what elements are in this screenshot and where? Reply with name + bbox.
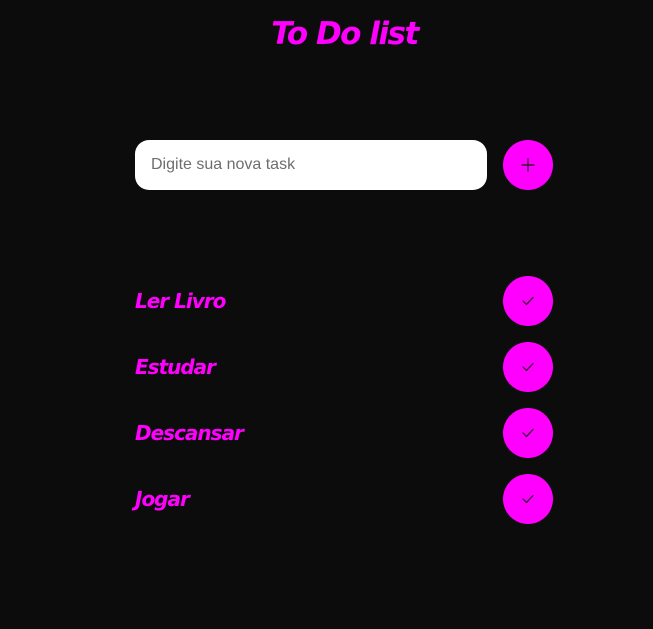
task-label: Jogar [135, 487, 190, 511]
task-list: Ler Livro Estudar Descansar Jogar [135, 276, 553, 540]
complete-task-button[interactable] [503, 342, 553, 392]
page-title: To Do list [271, 16, 419, 52]
check-icon [522, 296, 534, 306]
task-label: Ler Livro [135, 289, 226, 313]
new-task-input[interactable] [135, 140, 487, 190]
check-icon [522, 428, 534, 438]
task-item: Descansar [135, 408, 553, 458]
task-label: Descansar [135, 421, 244, 445]
new-task-form [135, 140, 553, 190]
task-item: Jogar [135, 474, 553, 524]
complete-task-button[interactable] [503, 276, 553, 326]
task-label: Estudar [135, 355, 216, 379]
plus-icon [521, 158, 535, 172]
complete-task-button[interactable] [503, 408, 553, 458]
task-item: Ler Livro [135, 276, 553, 326]
check-icon [522, 494, 534, 504]
add-task-button[interactable] [503, 140, 553, 190]
complete-task-button[interactable] [503, 474, 553, 524]
check-icon [522, 362, 534, 372]
todo-page: To Do list Ler Livro Estudar [0, 0, 653, 629]
task-item: Estudar [135, 342, 553, 392]
